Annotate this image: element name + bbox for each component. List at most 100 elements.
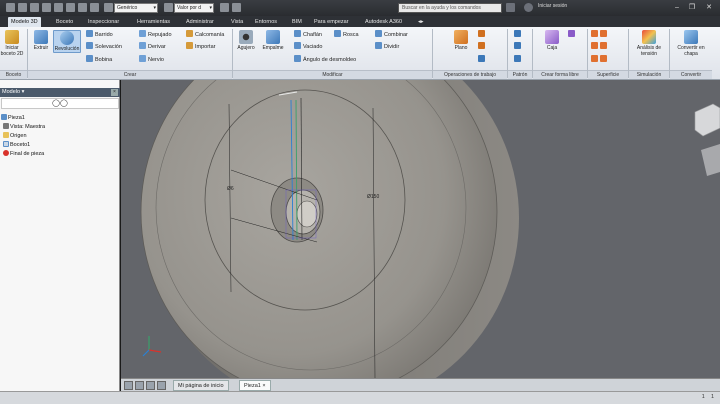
ucs-button[interactable] (478, 55, 487, 64)
dim-large-label[interactable]: Ø150 (367, 194, 379, 200)
panel-label-convert: Convertir (670, 70, 712, 79)
dim-small-label[interactable]: Ø6 (227, 186, 234, 192)
tab-autodesk-a360[interactable]: Autodesk A360 (365, 17, 402, 27)
import-label: Importar (195, 44, 216, 50)
rect-pattern-button[interactable] (514, 30, 523, 39)
browser-title[interactable]: Modelo (2, 89, 20, 95)
decal-button[interactable]: Calcomanía (186, 30, 224, 39)
tab-entornos[interactable]: Entornos (255, 17, 277, 27)
derive-button[interactable]: Derivar (139, 42, 166, 51)
trim-button[interactable] (591, 55, 609, 64)
emboss-button[interactable]: Repujado (139, 30, 172, 39)
extrude-button[interactable]: Extruir (30, 30, 52, 51)
home-icon[interactable] (66, 3, 75, 12)
tab-modelo-3d[interactable]: Modelo 3D (8, 17, 41, 27)
chamfer-button[interactable]: Chaflán (294, 30, 322, 39)
signin-link[interactable]: Iniciar sesión (538, 3, 567, 9)
draft-button[interactable]: Ángulo de desmoldeo (294, 55, 356, 64)
point-icon (478, 42, 485, 49)
status-count-1: 1 (701, 394, 705, 400)
mirror-button[interactable] (514, 55, 523, 64)
update-icon[interactable] (90, 3, 99, 12)
coil-label: Bobina (95, 57, 113, 63)
tree-item-end-of-part[interactable]: Final de pieza (3, 150, 44, 158)
tab-vista[interactable]: Vista (231, 17, 243, 27)
tree-item-sketch[interactable]: Boceto1 (3, 141, 30, 149)
tab-inspeccionar[interactable]: Inspeccionar (88, 17, 119, 27)
select-icon[interactable] (78, 3, 87, 12)
fillet-button[interactable]: Empalme (260, 30, 286, 51)
browser-close-button[interactable]: × (111, 89, 118, 96)
save-icon[interactable] (30, 3, 39, 12)
view-cube[interactable] (694, 103, 720, 176)
rib-label: Nervio (148, 57, 164, 63)
arrange-windows-icon[interactable] (146, 381, 155, 390)
material-combo[interactable]: Genérico ▾ (114, 3, 158, 13)
start-sketch-button[interactable]: Iniciar boceto 2D (0, 30, 26, 57)
hole-icon (239, 30, 253, 44)
cascade-windows-icon[interactable] (135, 381, 144, 390)
minimize-button[interactable]: – (670, 2, 684, 13)
list-windows-icon[interactable] (157, 381, 166, 390)
point-button[interactable] (478, 42, 487, 51)
combine-button[interactable]: Combinar (375, 30, 408, 39)
coil-button[interactable]: Bobina (86, 55, 112, 64)
doc-tab-home[interactable]: Mi página de inicio (173, 380, 229, 391)
new-icon[interactable] (6, 3, 15, 12)
split-icon (375, 42, 382, 49)
freeform-extra-button[interactable] (568, 30, 577, 39)
draft-label: Ángulo de desmoldeo (303, 57, 357, 63)
sweep-button[interactable]: Barrido (86, 30, 113, 39)
open-icon[interactable] (18, 3, 27, 12)
derive-icon (139, 42, 146, 49)
plane-button[interactable]: Plano (450, 30, 472, 51)
tree-item-label: Vista: Maestra (10, 124, 46, 130)
circ-pattern-button[interactable] (514, 42, 523, 51)
thread-button[interactable]: Rosca (334, 30, 359, 39)
split-button-tool[interactable]: Dividir (375, 42, 399, 51)
revolve-button[interactable]: Revolución (53, 30, 81, 53)
tree-item-origin[interactable]: Origen (3, 132, 27, 140)
graphics-viewport[interactable]: Ø6 Ø150 (121, 80, 720, 378)
bore[interactable] (296, 200, 318, 228)
close-button[interactable]: ✕ (702, 2, 716, 13)
tab-administrar[interactable]: Administrar (186, 17, 214, 27)
stitch-button[interactable] (591, 30, 609, 39)
undo-icon[interactable] (42, 3, 51, 12)
ribbon-toggle-icon[interactable]: ◂▸ (418, 17, 424, 27)
plane-label: Plano (454, 45, 468, 51)
tab-bim[interactable]: BIM (292, 17, 302, 27)
freeform-box-button[interactable]: Caja (541, 30, 563, 51)
revolve-label: Revolución (54, 46, 80, 52)
stress-analysis-button[interactable]: Análisis de tensión (635, 30, 663, 57)
tree-item-label: Pieza1 (8, 115, 25, 121)
tree-item-view[interactable]: Vista: Maestra (3, 123, 45, 131)
doc-tab-part[interactable]: Pieza1 × (239, 380, 271, 391)
tab-para-empezar[interactable]: Para empezar (314, 17, 349, 27)
thicken-button[interactable] (591, 42, 609, 51)
convert-sheetmetal-button[interactable]: Convertir en chapa (675, 30, 707, 57)
rib-button[interactable]: Nervio (139, 55, 164, 64)
panel-label-surface: Superficie (588, 70, 628, 79)
shell-button[interactable]: Vaciado (294, 42, 322, 51)
freeform-extra-icon (568, 30, 575, 37)
tab-boceto[interactable]: Boceto (56, 17, 73, 27)
close-icon[interactable]: × (262, 383, 265, 389)
appearance-combo[interactable]: Valor por d ▾ (174, 3, 214, 13)
browser-filter-button[interactable]: ◯◯ (1, 98, 119, 109)
part-face[interactable] (140, 80, 498, 378)
hole-button[interactable]: Agujero (235, 30, 257, 51)
tree-item-part[interactable]: Pieza1 (1, 114, 25, 122)
restore-button[interactable]: ❐ (685, 2, 699, 13)
axis-button[interactable] (478, 30, 487, 39)
loft-button[interactable]: Solevación (86, 42, 122, 51)
search-icon[interactable] (506, 3, 515, 12)
combine-label: Combinar (384, 32, 408, 38)
help-search-input[interactable]: Buscar en la ayuda y los comandos (398, 3, 502, 13)
tile-windows-icon[interactable] (124, 381, 133, 390)
redo-icon[interactable] (54, 3, 63, 12)
tab-herramientas[interactable]: Herramientas (137, 17, 170, 27)
fx-icon[interactable] (220, 3, 229, 12)
import-button[interactable]: Importar (186, 42, 215, 51)
measure-icon[interactable] (232, 3, 241, 12)
